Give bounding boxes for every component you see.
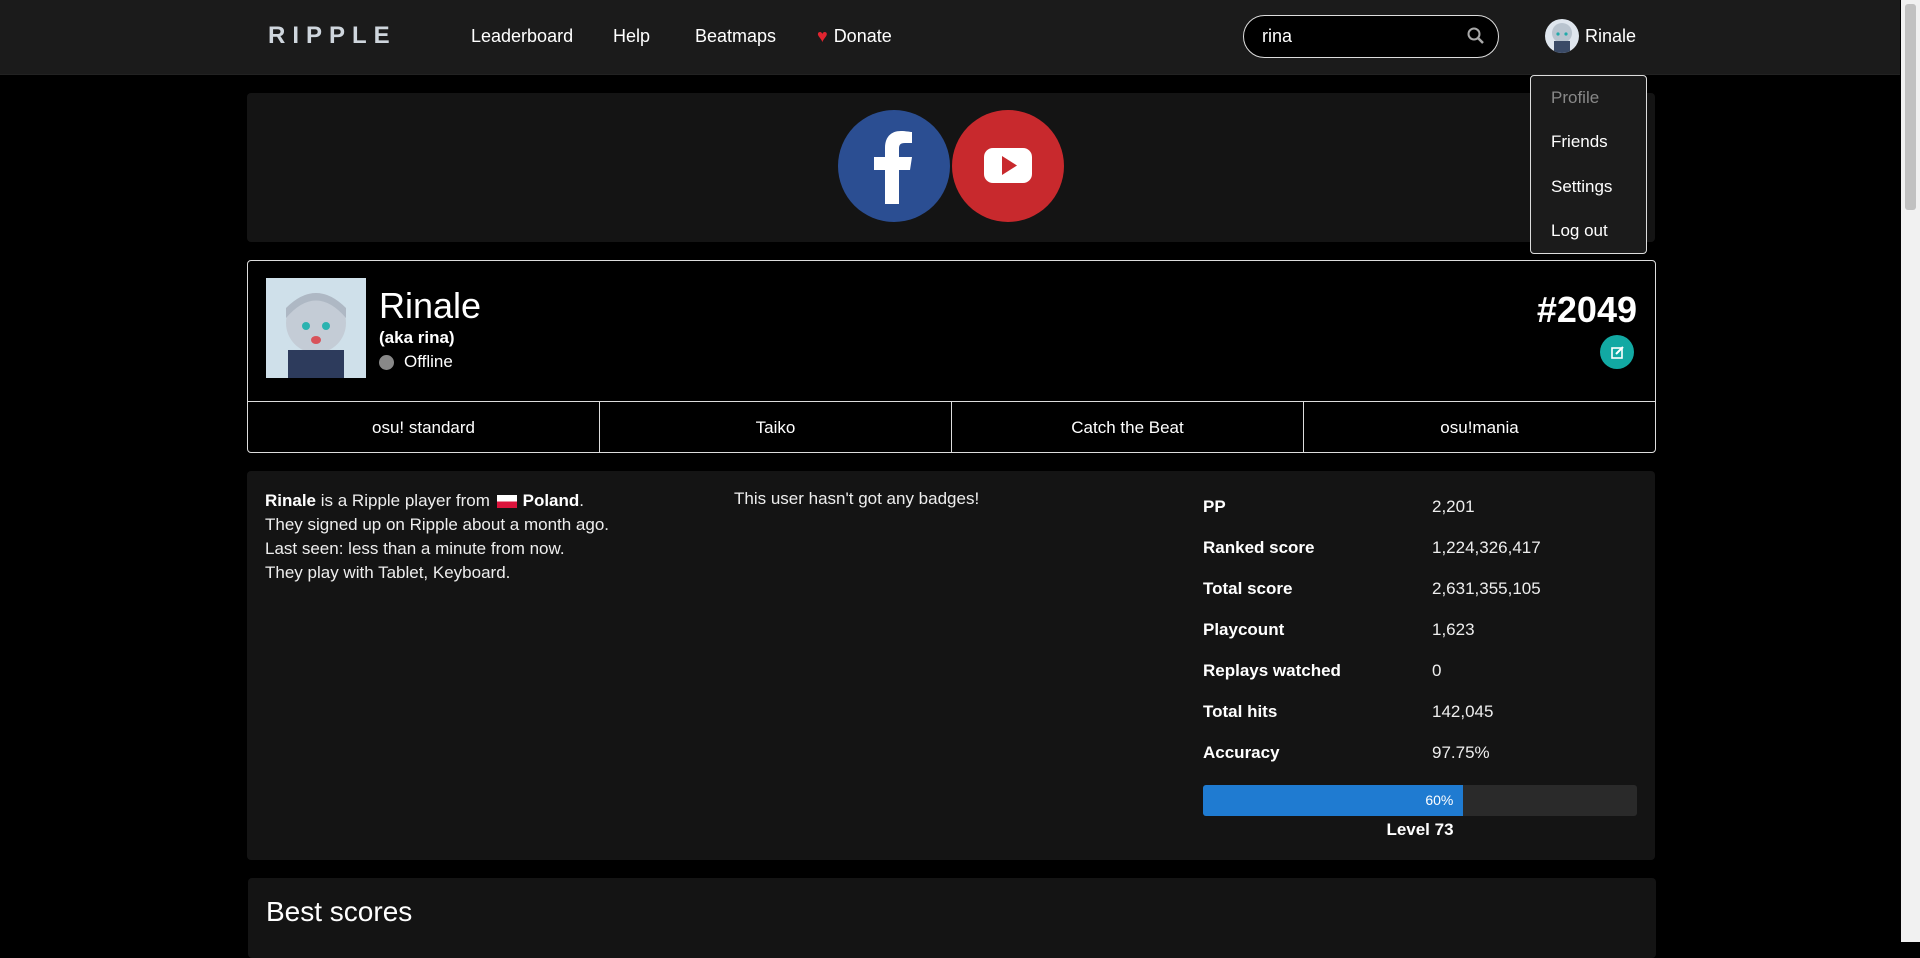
scrollbar-thumb[interactable] — [1905, 4, 1916, 210]
stat-label: Playcount — [1203, 620, 1285, 639]
menu-item-logout[interactable]: Log out — [1551, 221, 1608, 241]
level-label: Level 73 — [1386, 820, 1454, 839]
edit-icon — [1611, 346, 1624, 359]
youtube-icon[interactable] — [952, 110, 1064, 222]
best-scores-title: Best scores — [266, 896, 413, 927]
profile-avatar — [266, 278, 366, 378]
search-icon[interactable] — [1466, 26, 1486, 46]
nav-donate[interactable]: ♥ Donate — [817, 26, 892, 47]
stat-label: Total hits — [1203, 702, 1278, 721]
user-bio: Rinale is a Ripple player from Poland. T… — [265, 489, 609, 585]
tab-catch-the-beat[interactable]: Catch the Beat — [951, 402, 1303, 453]
bio-text: is a Ripple player from — [316, 491, 495, 510]
stat-label: Accuracy — [1203, 743, 1280, 762]
tab-osu-standard[interactable]: osu! standard — [248, 402, 599, 453]
profile-header: Rinale (aka rina) Offline #2049 osu! sta… — [247, 260, 1656, 453]
bio-text-end: . — [579, 491, 585, 510]
profile-name: Rinale — [379, 285, 482, 326]
user-dropdown-menu: Profile Friends Settings Log out — [1530, 75, 1647, 254]
bio-country: Poland — [522, 491, 580, 510]
avatar — [1545, 19, 1579, 53]
level-progress-bar: 60% — [1203, 785, 1637, 816]
edit-profile-button[interactable] — [1600, 335, 1634, 369]
page-scrollbar[interactable] — [1901, 0, 1920, 942]
profile-rank: #2049 — [1536, 289, 1637, 330]
profile-info-panel: Rinale is a Ripple player from Poland. T… — [247, 471, 1655, 860]
stat-value: 0 — [1432, 661, 1442, 680]
status-label: Offline — [404, 352, 453, 371]
ripple-logo[interactable]: RIPPLE — [268, 22, 397, 50]
heart-icon: ♥ — [817, 26, 828, 46]
facebook-icon[interactable] — [838, 110, 950, 222]
stat-value: 2,631,355,105 — [1432, 579, 1541, 598]
nav-help[interactable]: Help — [613, 26, 650, 47]
stat-label: PP — [1203, 497, 1226, 516]
mode-tabs: osu! standard Taiko Catch the Beat osu!m… — [248, 401, 1655, 453]
stat-value: 142,045 — [1432, 702, 1494, 721]
stat-label: Ranked score — [1203, 538, 1315, 557]
nav-beatmaps[interactable]: Beatmaps — [695, 26, 776, 47]
stat-value: 1,224,326,417 — [1432, 538, 1541, 557]
menu-item-profile[interactable]: Profile — [1551, 88, 1599, 108]
bio-name: Rinale — [265, 491, 317, 510]
stat-label: Total score — [1203, 579, 1293, 598]
profile-aka: (aka rina) — [379, 328, 455, 347]
user-name: Rinale — [1585, 25, 1637, 46]
bio-play-style: They play with Tablet, Keyboard. — [265, 563, 511, 582]
nav-leaderboard[interactable]: Leaderboard — [471, 26, 573, 47]
stat-value: 97.75% — [1432, 743, 1490, 762]
stat-label: Replays watched — [1203, 661, 1341, 680]
stat-value: 2,201 — [1432, 497, 1475, 516]
social-panel — [247, 93, 1655, 242]
tab-taiko[interactable]: Taiko — [599, 402, 951, 453]
menu-item-friends[interactable]: Friends — [1551, 132, 1608, 152]
stat-value: 1,623 — [1432, 620, 1475, 639]
profile-status: Offline — [379, 352, 453, 372]
top-navbar: RIPPLE Leaderboard Help Beatmaps ♥ Donate… — [0, 0, 1900, 75]
badges-empty-text: This user hasn't got any badges! — [734, 489, 980, 508]
poland-flag-icon — [496, 495, 517, 509]
bio-last-seen: Last seen: less than a minute from now. — [265, 539, 565, 558]
search-input[interactable] — [1260, 25, 1464, 48]
search-box[interactable] — [1243, 15, 1499, 58]
status-dot-icon — [379, 354, 394, 370]
menu-item-settings[interactable]: Settings — [1551, 177, 1612, 197]
bio-signup: They signed up on Ripple about a month a… — [265, 515, 610, 534]
tab-osu-mania[interactable]: osu!mania — [1303, 402, 1655, 453]
best-scores-panel: Best scores — [248, 878, 1656, 958]
user-menu-toggle[interactable]: Rinale — [1545, 19, 1636, 53]
nav-donate-label: Donate — [833, 26, 892, 46]
level-progress-fill: 60% — [1203, 785, 1464, 816]
